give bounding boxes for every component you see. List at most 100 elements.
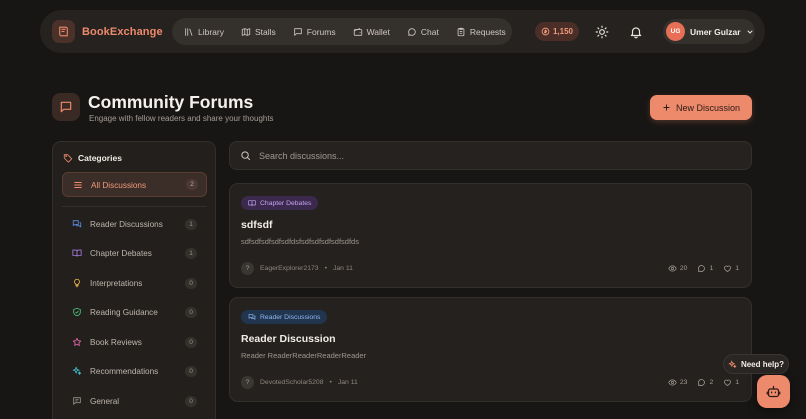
chat-bubble-icon	[408, 27, 416, 36]
likes-count: 1	[735, 265, 739, 272]
sparkles-icon	[72, 366, 82, 375]
chat-bubbles-icon	[248, 314, 256, 320]
need-help-tooltip[interactable]: Need help?	[723, 354, 789, 374]
categories-panel: Categories All Discussions 2 Reader Disc…	[52, 141, 216, 419]
post-meta: ? EagerExplorer2173 • Jan 11	[241, 262, 353, 275]
category-all-discussions[interactable]: All Discussions 2	[62, 172, 207, 197]
search-input[interactable]	[259, 150, 739, 161]
category-count: 2	[186, 179, 198, 190]
search-icon	[241, 151, 251, 161]
comment-icon	[698, 265, 706, 272]
wallet-icon	[353, 27, 362, 36]
category-book-reviews[interactable]: Book Reviews	[72, 337, 142, 347]
discussion-card[interactable]: Chapter Debates sdfsdf sdfsdfsdfsdfsdfds…	[229, 183, 752, 288]
search-bar	[229, 141, 752, 170]
category-label: Interpretations	[90, 278, 143, 288]
category-reading-guidance[interactable]: Reading Guidance	[72, 307, 158, 317]
likes-stat[interactable]: 1	[723, 378, 739, 387]
category-label: Reader Discussions	[90, 219, 163, 229]
new-discussion-label: New Discussion	[675, 102, 741, 113]
post-title[interactable]: sdfsdf	[241, 219, 273, 231]
user-menu[interactable]: UG Umer Gulzar	[663, 19, 755, 44]
category-all-label-group: All Discussions	[73, 180, 146, 190]
book-open-icon	[72, 249, 82, 257]
coin-balance-badge[interactable]: 1,150	[535, 22, 579, 41]
eye-icon	[668, 265, 677, 272]
shield-check-icon	[73, 307, 81, 317]
category-count: 0	[185, 278, 197, 289]
heart-icon	[724, 265, 732, 272]
coin-balance: 1,150	[552, 27, 574, 36]
clipboard-icon	[457, 27, 465, 36]
map-icon	[241, 27, 251, 36]
category-count: 0	[185, 337, 197, 348]
post-stats: 20 1 1	[668, 264, 739, 273]
category-label: Chapter Debates	[90, 248, 152, 258]
lightbulb-icon	[74, 278, 80, 288]
category-recommendations[interactable]: Recommendations	[72, 366, 158, 376]
likes-count: 1	[735, 379, 739, 386]
discussion-card[interactable]: Reader Discussions Reader Discussion Rea…	[229, 297, 752, 402]
message-icon	[73, 397, 81, 405]
bell-icon	[630, 27, 642, 39]
category-interpretations[interactable]: Interpretations	[72, 278, 142, 288]
meta-separator: •	[324, 265, 327, 272]
new-discussion-button[interactable]: New Discussion	[650, 95, 752, 120]
category-label: General	[90, 396, 120, 406]
nav-requests[interactable]: Requests	[456, 27, 506, 37]
category-reader-discussions[interactable]: Reader Discussions	[72, 219, 163, 229]
avatar: UG	[666, 22, 685, 41]
star-icon	[72, 337, 82, 346]
nav-chat[interactable]: Chat	[407, 27, 439, 37]
sparkles-icon	[728, 360, 737, 368]
category-tag[interactable]: Chapter Debates	[241, 196, 319, 210]
nav-forums[interactable]: Forums	[293, 27, 336, 37]
views-stat: 23	[668, 378, 687, 387]
help-chatbot-button[interactable]	[757, 375, 790, 408]
category-tag[interactable]: Reader Discussions	[241, 310, 328, 324]
likes-stat[interactable]: 1	[723, 264, 739, 273]
brand[interactable]: BookExchange	[52, 20, 163, 43]
post-date: Jan 11	[332, 265, 353, 272]
nav-wallet[interactable]: Wallet	[353, 27, 390, 37]
heart-icon	[724, 379, 732, 386]
notifications-button[interactable]	[629, 25, 643, 39]
main-nav: Library Stalls Forums Wallet Chat Reques…	[172, 18, 512, 45]
category-count: 1	[185, 248, 197, 259]
avatar: ?	[241, 376, 254, 389]
page-title: Community Forums	[88, 92, 254, 112]
plus-icon	[663, 104, 670, 111]
category-general[interactable]: General	[72, 396, 119, 406]
views-count: 20	[679, 265, 688, 272]
category-count: 0	[185, 366, 197, 377]
nav-library[interactable]: Library	[184, 27, 224, 37]
user-name: Umer Gulzar	[690, 26, 741, 37]
comments-count: 2	[709, 379, 714, 386]
post-author[interactable]: DevotedScholar5208	[260, 379, 323, 386]
post-title[interactable]: Reader Discussion	[241, 333, 336, 345]
nav-requests-label: Requests	[469, 26, 506, 37]
avatar: ?	[241, 262, 254, 275]
categories-heading-label: Categories	[78, 153, 122, 163]
post-stats: 23 2 1	[668, 378, 739, 387]
list-icon	[74, 182, 82, 188]
nav-stalls[interactable]: Stalls	[241, 27, 276, 37]
post-meta: ? DevotedScholar5208 • Jan 11	[241, 376, 358, 389]
comments-stat: 1	[697, 264, 713, 273]
book-logo-icon	[52, 20, 75, 43]
nav-chat-label: Chat	[420, 26, 439, 37]
category-count: 0	[185, 396, 197, 407]
message-square-icon	[294, 27, 302, 36]
bot-icon	[766, 385, 781, 398]
nav-forums-label: Forums	[306, 26, 336, 37]
post-author[interactable]: EagerExplorer2173	[260, 265, 319, 272]
comment-icon	[698, 379, 706, 386]
comments-count: 1	[709, 265, 714, 272]
sun-icon	[595, 25, 609, 39]
nav-wallet-label: Wallet	[366, 26, 390, 37]
post-date: Jan 11	[337, 379, 358, 386]
category-chapter-debates[interactable]: Chapter Debates	[72, 248, 152, 258]
need-help-label: Need help?	[740, 359, 785, 369]
category-tag-label: Chapter Debates	[260, 199, 312, 207]
theme-toggle-button[interactable]	[595, 25, 609, 39]
